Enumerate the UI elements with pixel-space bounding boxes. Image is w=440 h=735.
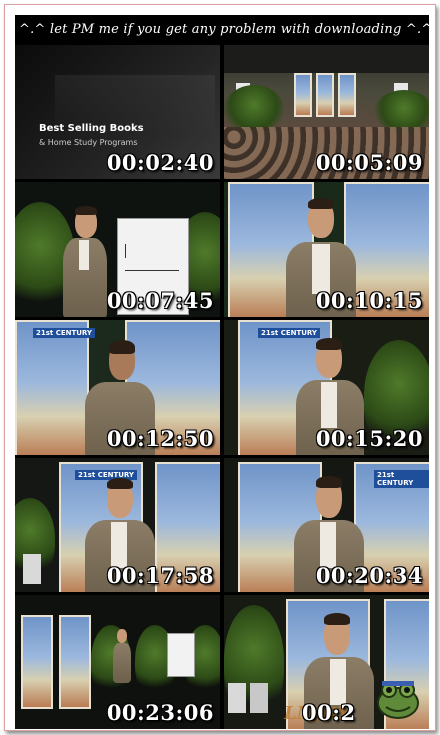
speaker-shirt — [79, 240, 89, 270]
contact-sheet-frame: ^.^ let PM me if you get any problem wit… — [4, 4, 436, 731]
flipchart-line — [125, 270, 179, 271]
flipchart — [167, 633, 195, 677]
timestamp: 00:10:15 — [315, 288, 423, 313]
thumbnail-6[interactable]: 21st CENTURY 00:15:20 — [224, 320, 429, 455]
banner — [338, 73, 356, 117]
poster — [15, 320, 89, 455]
ceiling — [224, 45, 429, 73]
book-stand — [23, 554, 41, 584]
timestamp: 00:12:50 — [106, 426, 214, 451]
poster-logo: 21st CENTURY — [258, 328, 321, 338]
timestamp: 00:20:34 — [315, 563, 423, 588]
banner — [59, 615, 91, 709]
thumbnail-1[interactable]: Best Selling Books & Home Study Programs… — [15, 45, 220, 179]
header-note: ^.^ let PM me if you get any problem wit… — [19, 22, 433, 37]
speaker-hair — [75, 206, 97, 215]
thumbnail-7[interactable]: 21st CENTURY 00:17:58 — [15, 458, 220, 592]
timestamp: 00:02:40 — [106, 150, 214, 175]
book-stand — [250, 683, 268, 713]
timestamp: 00:17:58 — [106, 563, 214, 588]
poster-logo: 21st CENTURY — [374, 470, 429, 488]
speaker-shirt — [312, 244, 330, 294]
speaker — [113, 643, 131, 683]
thumbnail-5[interactable]: 21st CENTURY 00:12:50 — [15, 320, 220, 455]
timestamp: 00:05:09 — [315, 150, 423, 175]
timestamp: 00:15:20 — [315, 426, 423, 451]
poster-logo: 21st CENTURY — [33, 328, 96, 338]
banner — [21, 615, 53, 709]
speaker-hair — [324, 613, 350, 625]
caption-subtitle: & Home Study Programs — [39, 138, 138, 147]
flipchart-mark — [125, 244, 126, 258]
speaker-hair — [107, 478, 133, 489]
banner — [316, 73, 334, 117]
speaker-shirt — [330, 659, 346, 705]
timestamp: 00:2 — [302, 700, 356, 725]
timestamp: 00:07:45 — [106, 288, 214, 313]
timestamp: 00:23:06 — [106, 700, 214, 725]
banner — [294, 73, 312, 117]
speaker-hair — [316, 338, 342, 350]
thumbnail-10[interactable]: LNJOY 00:2 — [224, 595, 429, 729]
speaker-hair — [316, 476, 342, 488]
thumbnail-3[interactable]: 00:07:45 — [15, 182, 220, 317]
book-stand — [228, 683, 246, 713]
thumbnail-8[interactable]: 21st CENTURY 00:20:34 — [224, 458, 429, 592]
speaker-hair — [308, 198, 334, 209]
speaker-hair — [109, 340, 135, 354]
frog-mascot-icon — [374, 675, 422, 721]
thumbnail-4[interactable]: 00:10:15 — [224, 182, 429, 317]
speaker-shirt — [320, 522, 336, 568]
speaker-shirt — [111, 522, 127, 568]
caption-title: Best Selling Books — [39, 123, 144, 134]
thumbnail-2[interactable]: 00:05:09 — [224, 45, 429, 179]
speaker-head — [117, 629, 127, 643]
speaker-shirt — [321, 382, 337, 428]
thumbnail-9[interactable]: 00:23:06 — [15, 595, 220, 729]
contact-sheet: ^.^ let PM me if you get any problem wit… — [15, 15, 432, 729]
